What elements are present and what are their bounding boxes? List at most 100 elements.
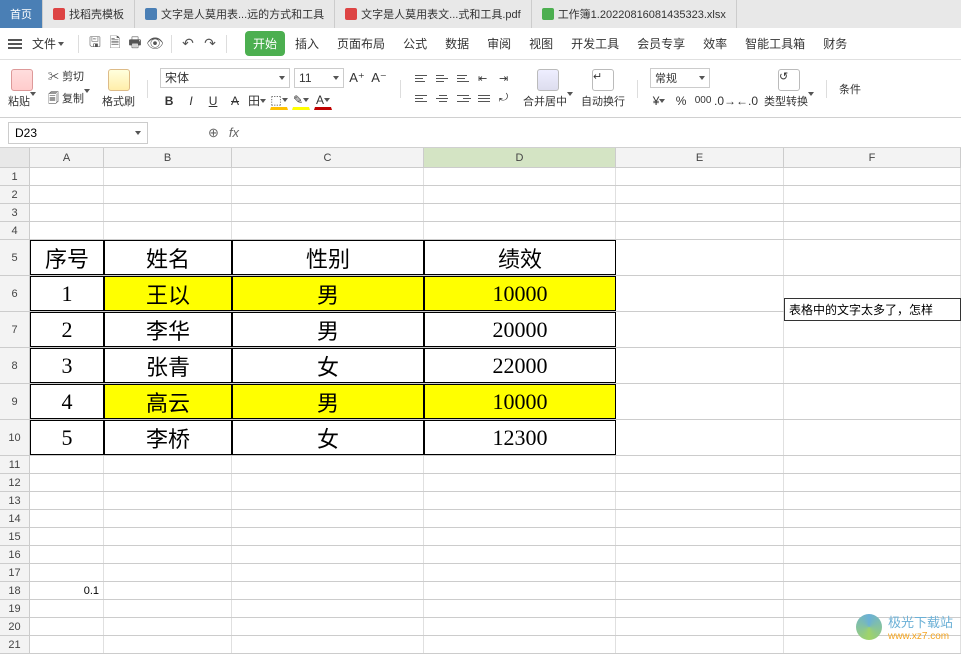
- underline-button[interactable]: U: [204, 92, 222, 110]
- select-all-corner[interactable]: [0, 148, 30, 167]
- align-middle-icon[interactable]: [434, 71, 452, 87]
- wrap-group[interactable]: ↵ 自动换行: [581, 69, 625, 109]
- cell[interactable]: [104, 564, 232, 581]
- cell[interactable]: [232, 168, 424, 185]
- type-convert-group[interactable]: ↺ 类型转换: [764, 69, 814, 109]
- cell[interactable]: [104, 222, 232, 239]
- col-header-C[interactable]: C: [232, 148, 424, 167]
- cell[interactable]: [104, 204, 232, 221]
- cell[interactable]: [232, 618, 424, 635]
- cell[interactable]: [232, 582, 424, 599]
- cell[interactable]: [424, 546, 616, 563]
- row-header[interactable]: 12: [0, 474, 30, 491]
- cell[interactable]: [616, 186, 784, 203]
- name-box[interactable]: D23: [8, 122, 148, 144]
- cell[interactable]: [424, 492, 616, 509]
- file-menu[interactable]: 文件: [26, 33, 70, 54]
- cell[interactable]: [30, 186, 104, 203]
- row-header[interactable]: 6: [0, 276, 30, 311]
- align-bottom-icon[interactable]: [455, 71, 473, 87]
- cell[interactable]: [232, 204, 424, 221]
- cell[interactable]: [616, 636, 784, 653]
- cell[interactable]: [616, 564, 784, 581]
- cell[interactable]: [784, 348, 961, 383]
- cell[interactable]: [104, 186, 232, 203]
- cell[interactable]: [424, 600, 616, 617]
- cell[interactable]: [616, 204, 784, 221]
- tab-template[interactable]: 找稻壳模板: [43, 0, 135, 28]
- italic-button[interactable]: I: [182, 92, 200, 110]
- cell-header-seq[interactable]: 序号: [30, 240, 104, 275]
- row-header[interactable]: 3: [0, 204, 30, 221]
- cell[interactable]: [232, 546, 424, 563]
- cell-name[interactable]: 李桥: [104, 420, 232, 455]
- cell[interactable]: [30, 600, 104, 617]
- fill-color-button[interactable]: ⬚: [270, 92, 288, 110]
- menu-tab-formula[interactable]: 公式: [395, 31, 435, 56]
- cell[interactable]: [784, 456, 961, 473]
- cell[interactable]: [104, 528, 232, 545]
- increase-decimal-icon[interactable]: .0→: [716, 92, 734, 110]
- hamburger-icon[interactable]: [8, 43, 22, 45]
- row-header[interactable]: 19: [0, 600, 30, 617]
- cell[interactable]: [30, 546, 104, 563]
- cell-name[interactable]: 高云: [104, 384, 232, 419]
- cell[interactable]: [424, 168, 616, 185]
- cell[interactable]: [784, 582, 961, 599]
- menu-tab-member[interactable]: 会员专享: [629, 31, 693, 56]
- cell-seq[interactable]: 5: [30, 420, 104, 455]
- menu-tab-insert[interactable]: 插入: [287, 31, 327, 56]
- thousand-sep-icon[interactable]: 000: [694, 92, 712, 110]
- cell[interactable]: [232, 492, 424, 509]
- cell[interactable]: [616, 474, 784, 491]
- cell[interactable]: [30, 492, 104, 509]
- cell[interactable]: [30, 510, 104, 527]
- cell[interactable]: [232, 222, 424, 239]
- cell-perf[interactable]: 20000: [424, 312, 616, 347]
- tab-doc[interactable]: 文字是人莫用表...远的方式和工具: [135, 0, 335, 28]
- menu-tab-dev[interactable]: 开发工具: [563, 31, 627, 56]
- row-header[interactable]: 10: [0, 420, 30, 455]
- cell[interactable]: [104, 582, 232, 599]
- cell[interactable]: [104, 168, 232, 185]
- align-center-icon[interactable]: [434, 91, 452, 107]
- cell[interactable]: [104, 600, 232, 617]
- row-header[interactable]: 4: [0, 222, 30, 239]
- cell[interactable]: [104, 510, 232, 527]
- menu-tab-layout[interactable]: 页面布局: [329, 31, 393, 56]
- cell[interactable]: [30, 204, 104, 221]
- row-header[interactable]: 15: [0, 528, 30, 545]
- cell[interactable]: [616, 420, 784, 455]
- row-header[interactable]: 9: [0, 384, 30, 419]
- cell[interactable]: [232, 456, 424, 473]
- cell[interactable]: [424, 456, 616, 473]
- menu-tab-data[interactable]: 数据: [437, 31, 477, 56]
- cell[interactable]: [784, 420, 961, 455]
- cell[interactable]: [232, 510, 424, 527]
- cell-seq[interactable]: 1: [30, 276, 104, 311]
- cell[interactable]: [424, 582, 616, 599]
- number-format-select[interactable]: 常规: [650, 68, 710, 88]
- cell[interactable]: [616, 492, 784, 509]
- cell[interactable]: [616, 312, 784, 347]
- cell[interactable]: [104, 492, 232, 509]
- cell[interactable]: [616, 528, 784, 545]
- col-header-D[interactable]: D: [424, 148, 616, 167]
- bold-button[interactable]: B: [160, 92, 178, 110]
- highlight-button[interactable]: ✎: [292, 92, 310, 110]
- cell[interactable]: [616, 168, 784, 185]
- cell[interactable]: [616, 240, 784, 275]
- cell[interactable]: [232, 474, 424, 491]
- cell-gender[interactable]: 男: [232, 312, 424, 347]
- cell[interactable]: [616, 276, 784, 311]
- cell[interactable]: [30, 474, 104, 491]
- row-header[interactable]: 21: [0, 636, 30, 653]
- cell[interactable]: [784, 222, 961, 239]
- cell[interactable]: [784, 186, 961, 203]
- cell[interactable]: [424, 528, 616, 545]
- cell[interactable]: [616, 384, 784, 419]
- cell[interactable]: [616, 546, 784, 563]
- cell-gender[interactable]: 女: [232, 348, 424, 383]
- cell[interactable]: [784, 384, 961, 419]
- cell-name[interactable]: 李华: [104, 312, 232, 347]
